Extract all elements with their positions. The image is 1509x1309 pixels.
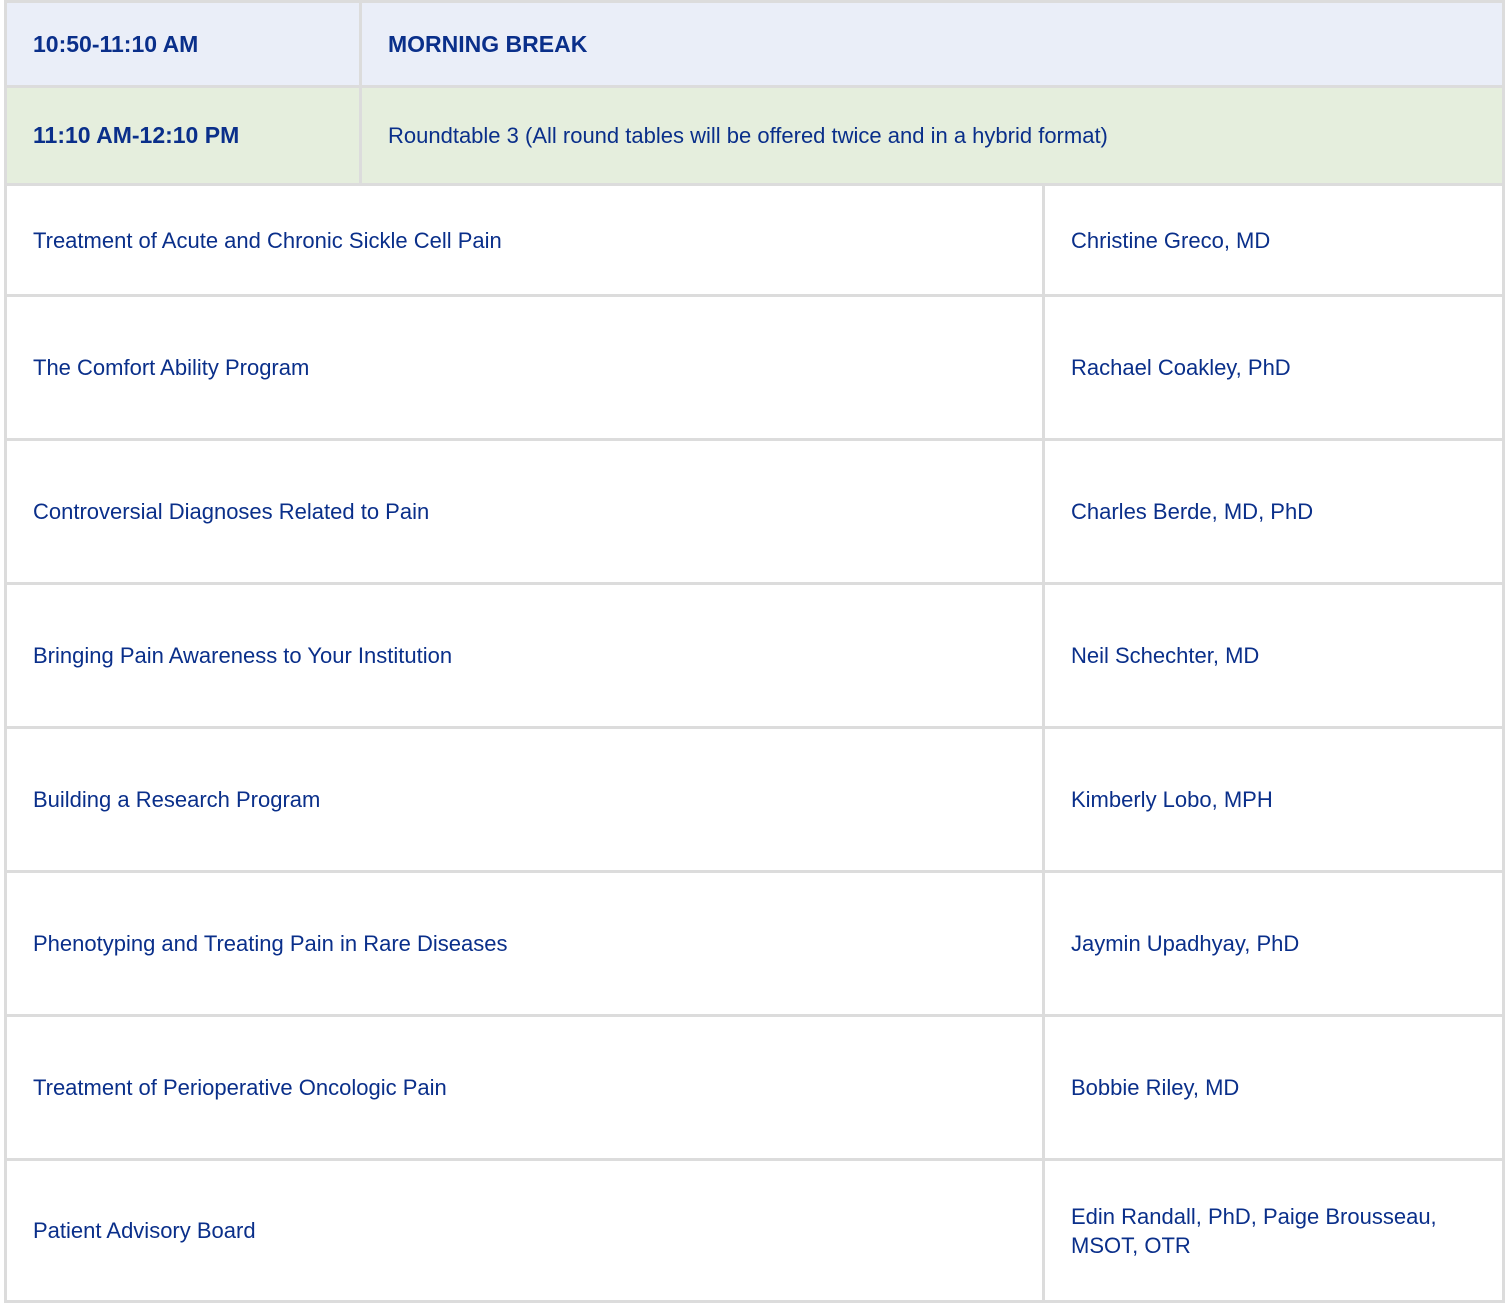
session-topic: Controversial Diagnoses Related to Pain <box>7 441 1045 582</box>
schedule-table: 10:50-11:10 AM MORNING BREAK 11:10 AM-12… <box>4 0 1505 1303</box>
time-cell: 10:50-11:10 AM <box>7 3 362 85</box>
table-row: The Comfort Ability Program Rachael Coak… <box>7 294 1502 438</box>
table-row: Phenotyping and Treating Pain in Rare Di… <box>7 870 1502 1014</box>
table-row: Bringing Pain Awareness to Your Institut… <box>7 582 1502 726</box>
table-row: Treatment of Acute and Chronic Sickle Ce… <box>7 183 1502 294</box>
morning-break-row: 10:50-11:10 AM MORNING BREAK <box>7 0 1502 85</box>
session-speaker: Christine Greco, MD <box>1071 227 1271 253</box>
session-topic: Patient Advisory Board <box>7 1161 1045 1300</box>
table-row: Patient Advisory Board Edin Randall, PhD… <box>7 1158 1502 1303</box>
roundtable-title: Roundtable 3 (All round tables will be o… <box>388 123 1108 148</box>
session-speaker: Jaymin Upadhyay, PhD <box>1071 931 1300 956</box>
session-topic: The Comfort Ability Program <box>7 297 1045 438</box>
session-topic: Phenotyping and Treating Pain in Rare Di… <box>7 873 1045 1014</box>
session-topic: Building a Research Program <box>7 729 1045 870</box>
session-speaker: Rachael Coakley, PhD <box>1071 355 1291 380</box>
session-topic: Bringing Pain Awareness to Your Institut… <box>7 585 1045 726</box>
session-speaker: Edin Randall, PhD, Paige Brousseau, MSOT… <box>1071 1203 1437 1258</box>
roundtable-row: 11:10 AM-12:10 PM Roundtable 3 (All roun… <box>7 85 1502 183</box>
session-speaker: Charles Berde, MD, PhD <box>1071 499 1314 524</box>
session-speaker: Neil Schechter, MD <box>1071 643 1260 668</box>
session-speaker: Kimberly Lobo, MPH <box>1071 787 1273 812</box>
table-row: Treatment of Perioperative Oncologic Pai… <box>7 1014 1502 1158</box>
time-cell: 11:10 AM-12:10 PM <box>7 88 362 183</box>
session-speaker: Bobbie Riley, MD <box>1071 1075 1240 1100</box>
table-row: Building a Research Program Kimberly Lob… <box>7 726 1502 870</box>
session-topic: Treatment of Acute and Chronic Sickle Ce… <box>7 186 1045 294</box>
break-title: MORNING BREAK <box>388 30 588 57</box>
table-row: Controversial Diagnoses Related to Pain … <box>7 438 1502 582</box>
session-topic: Treatment of Perioperative Oncologic Pai… <box>7 1017 1045 1158</box>
